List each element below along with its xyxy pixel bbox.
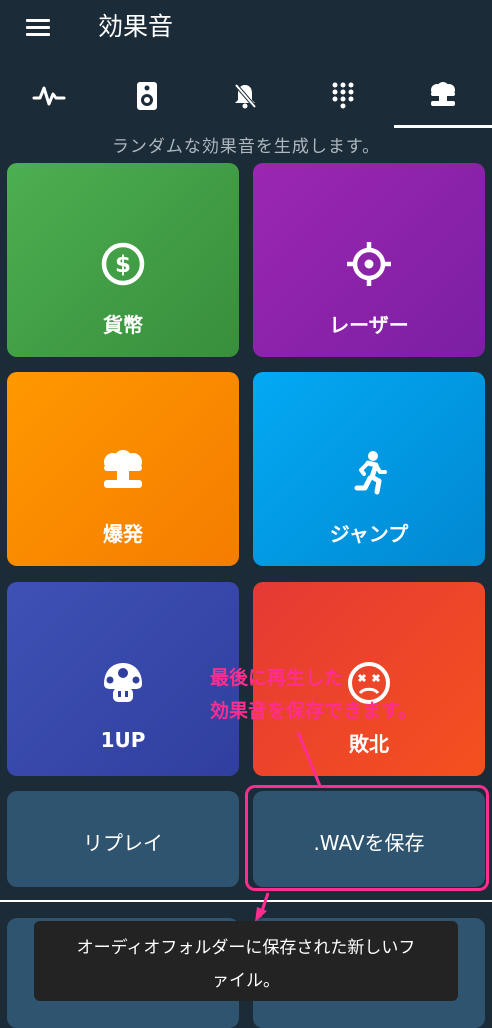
tab-speaker[interactable] xyxy=(98,66,196,126)
explosion-tile[interactable]: 爆発 xyxy=(7,372,239,566)
oneup-tile[interactable]: 1UP xyxy=(7,582,239,776)
tile-label: 敗北 xyxy=(349,732,389,756)
hamburger-menu-icon[interactable] xyxy=(24,14,52,42)
subtitle: ランダムな効果音を生成します。 xyxy=(111,137,381,157)
toast-text-line-1: オーディオフォルダーに保存された新しいフ xyxy=(76,938,416,958)
crosshair-icon xyxy=(347,242,391,286)
svg-text:$: $ xyxy=(115,252,131,278)
dialpad-icon xyxy=(332,82,354,109)
tab-bar xyxy=(0,66,492,128)
tab-selected-indicator xyxy=(394,125,492,128)
explosion-icon xyxy=(104,450,142,488)
bell-off-icon xyxy=(234,83,257,109)
callout-highlight-box xyxy=(245,785,489,891)
toast-text-line-2: ァイル。 xyxy=(212,971,280,991)
tile-label: ジャンプ xyxy=(329,522,409,546)
app-bar: 効果音 xyxy=(0,0,492,58)
tab-dialpad[interactable] xyxy=(294,66,392,126)
divider xyxy=(0,900,492,902)
explosion-icon xyxy=(431,82,455,106)
mushroom-icon xyxy=(104,663,142,702)
toast-message: オーディオフォルダーに保存された新しいフ ァイル。 xyxy=(34,921,458,1001)
laser-tile[interactable]: レーザー xyxy=(253,163,485,357)
replay-button[interactable]: リプレイ xyxy=(7,791,239,887)
tab-waveform[interactable] xyxy=(0,66,98,126)
running-person-icon xyxy=(354,451,387,495)
tab-explosion[interactable] xyxy=(394,66,492,126)
speaker-icon xyxy=(137,82,157,110)
replay-button-label: リプレイ xyxy=(83,831,163,855)
tile-label: 貨幣 xyxy=(103,313,143,337)
callout-line-1: 最後に再生した xyxy=(210,667,344,689)
waveform-icon xyxy=(32,86,66,106)
coin-icon: $ xyxy=(101,242,145,286)
tile-label: 爆発 xyxy=(103,522,143,546)
tile-label: 1UP xyxy=(100,728,146,752)
jump-tile[interactable]: ジャンプ xyxy=(253,372,485,566)
coin-tile[interactable]: $ 貨幣 xyxy=(7,163,239,357)
tile-label: レーザー xyxy=(329,313,409,337)
page-title: 効果音 xyxy=(98,12,174,41)
callout-line-2: 効果音を保存できます。 xyxy=(210,700,418,722)
tab-bell-off[interactable] xyxy=(196,66,294,126)
